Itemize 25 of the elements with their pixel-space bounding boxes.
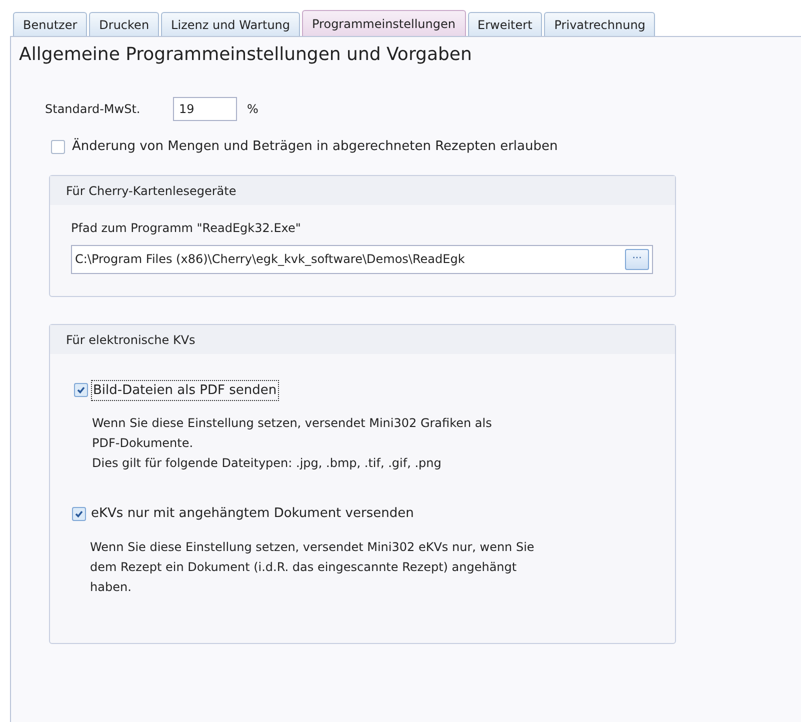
percent-unit: %: [247, 101, 258, 118]
path-label: Pfad zum Programm "ReadEgk32.Exe": [71, 220, 302, 236]
checkbox-label: eKVs nur mit angehängtem Dokument versenden: [90, 505, 415, 523]
tab[interactable]: Lizenz und Wartung: [161, 12, 300, 36]
option-description: Wenn Sie diese Einstellung setzen, versendet Mini302 Grafiken als PDF-Dokumente. Dies gilt für folgende Dateitypen: .jpg, .bmp, .tif, .gif, .png: [92, 415, 493, 472]
vat-label: Standard-MwSt.: [45, 101, 142, 118]
tab[interactable]: Benutzer: [13, 12, 88, 36]
vat-field[interactable]: 19: [173, 97, 237, 121]
browse-button[interactable]: ···: [625, 248, 649, 270]
group-title: Für elektronische KVs: [50, 324, 675, 354]
section-heading: Allgemeine Programmeinstellungen und Vorgaben: [19, 43, 473, 67]
checkbox[interactable]: [74, 383, 88, 398]
checkbox[interactable]: [51, 140, 65, 154]
checkmark-icon: [74, 508, 84, 519]
tab[interactable]: Privatrechnung: [544, 12, 656, 36]
tab[interactable]: Erweitert: [468, 12, 542, 36]
tab[interactable]: Drucken: [89, 12, 160, 36]
checkbox-label: Bild-Dateien als PDF senden: [91, 380, 279, 401]
tab[interactable]: Programmeinstellungen: [302, 10, 466, 36]
checkmark-icon: [76, 385, 86, 396]
option-description: Wenn Sie diese Einstellung setzen, versendet Mini302 eKVs nur, wenn Sie dem Rezept ein Dokument (i.d.R. das eingescannte Rezept) angehängt haben.: [90, 538, 536, 596]
group-title: Für Cherry-Kartenlesegeräte: [50, 176, 675, 204]
checkbox-label: Änderung von Mengen und Beträgen in abgerechneten Rezepten erlauben: [72, 137, 558, 156]
path-field[interactable]: C:\Program Files (x86)\Cherry\egk_kvk_software\Demos\ReadEgk ···: [71, 244, 653, 274]
checkbox[interactable]: [72, 506, 86, 521]
